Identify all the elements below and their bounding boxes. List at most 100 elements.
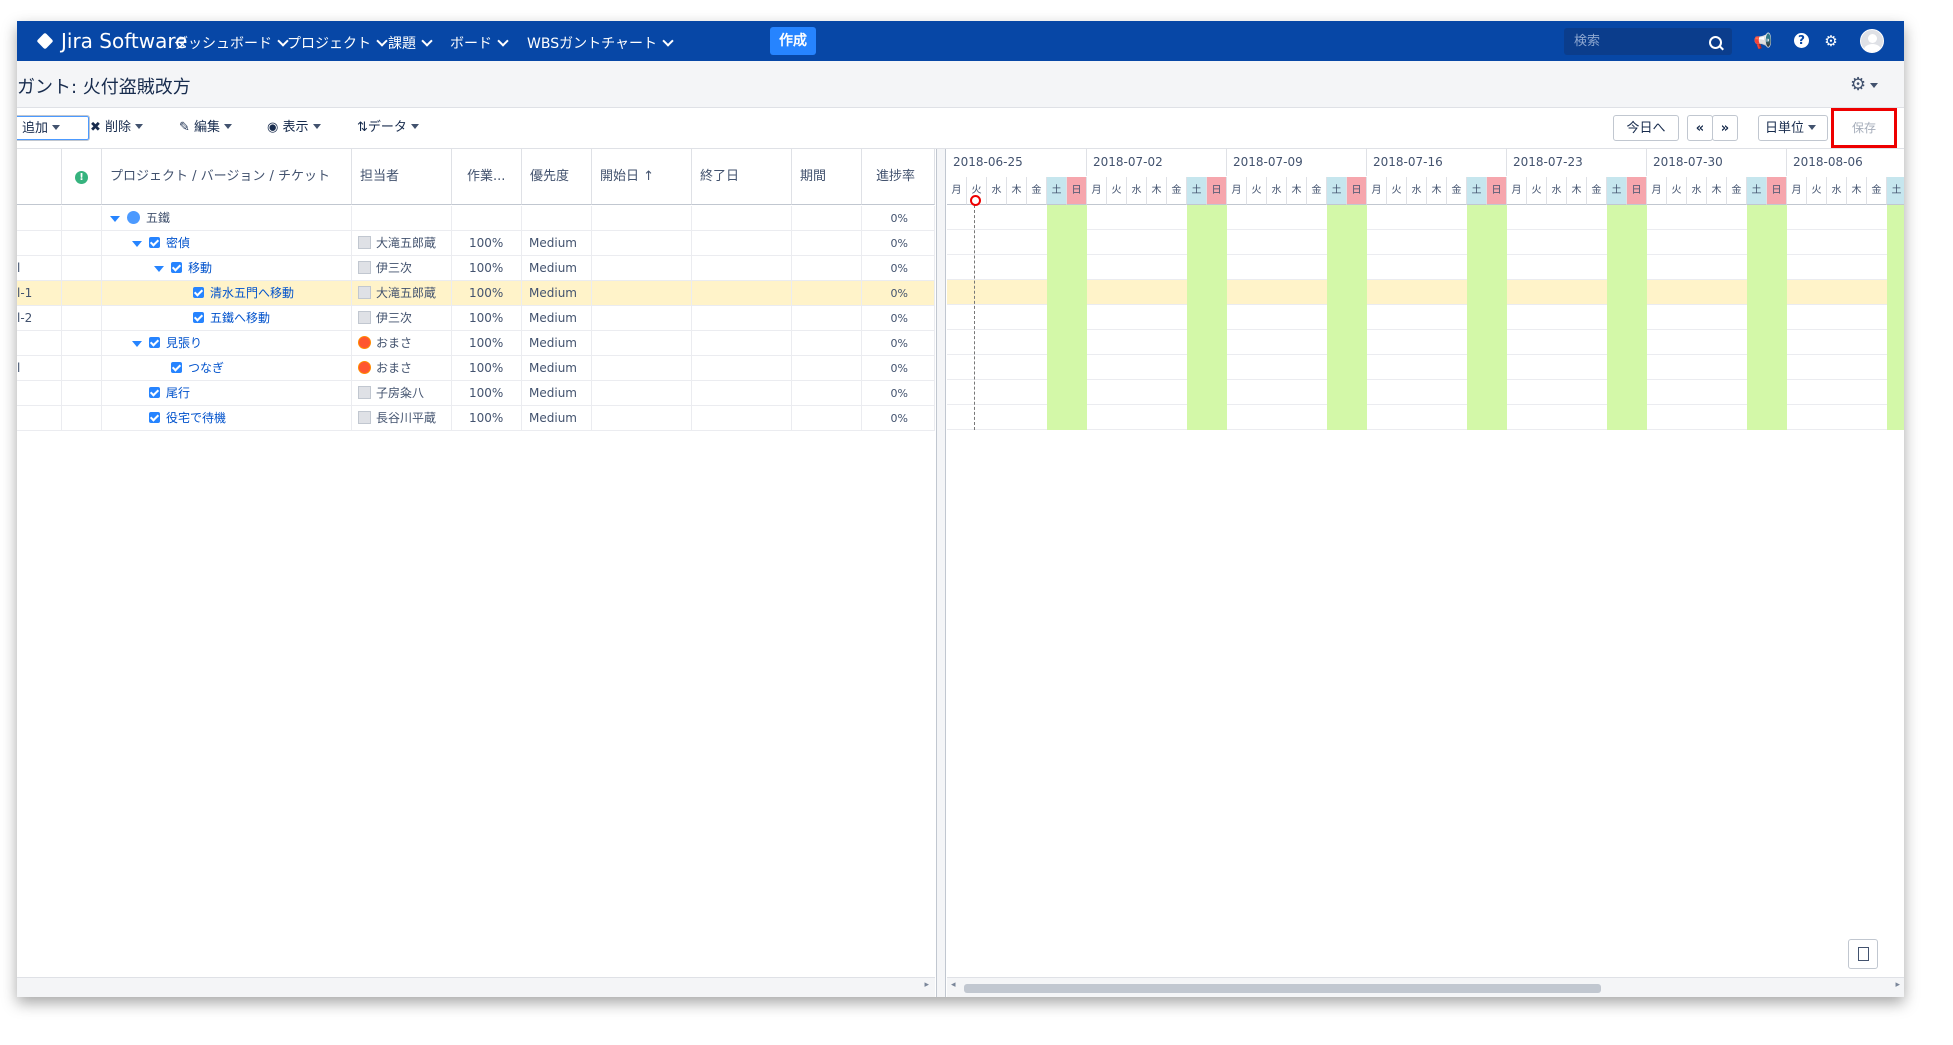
table-row[interactable]: 密偵 大滝五郎蔵 100% Medium 0%: [17, 231, 935, 256]
end-date-cell[interactable]: [692, 356, 792, 381]
assignee-cell[interactable]: 伊三次: [352, 256, 452, 281]
delete-button[interactable]: ✖ 削除: [90, 115, 144, 141]
work-cell[interactable]: [452, 206, 522, 231]
task-name-link[interactable]: 移動: [188, 261, 212, 275]
duration-cell[interactable]: [792, 356, 862, 381]
work-cell[interactable]: 100%: [452, 256, 522, 281]
start-date-cell[interactable]: [592, 406, 692, 431]
priority-cell[interactable]: [522, 206, 592, 231]
table-row[interactable]: l-2 五鐵へ移動 伊三次 100% Medium 0%: [17, 306, 935, 331]
nav-projects[interactable]: プロジェクト: [287, 33, 388, 53]
end-date-cell[interactable]: [692, 256, 792, 281]
today-button[interactable]: 今日へ: [1613, 115, 1679, 141]
start-date-cell[interactable]: [592, 381, 692, 406]
settings-gear-icon[interactable]: ⚙: [1821, 31, 1841, 51]
jira-logo[interactable]: Jira Software: [36, 29, 187, 53]
expand-toggle-icon[interactable]: [132, 241, 142, 247]
expand-toggle-icon[interactable]: [110, 216, 120, 222]
priority-cell[interactable]: Medium: [522, 356, 592, 381]
end-date-cell[interactable]: [692, 406, 792, 431]
edit-button[interactable]: ✎ 編集: [179, 115, 233, 141]
priority-cell[interactable]: Medium: [522, 331, 592, 356]
prev-period-button[interactable]: «: [1687, 115, 1713, 141]
priority-cell[interactable]: Medium: [522, 256, 592, 281]
column-header-duration[interactable]: 期間: [792, 149, 862, 205]
duration-cell[interactable]: [792, 406, 862, 431]
scroll-right-arrow-icon[interactable]: ▸: [1895, 980, 1900, 990]
column-header-work[interactable]: 作業...: [452, 149, 522, 205]
start-date-cell[interactable]: [592, 256, 692, 281]
assignee-cell[interactable]: [352, 206, 452, 231]
task-name-link[interactable]: 尾行: [166, 386, 190, 400]
start-date-cell[interactable]: [592, 306, 692, 331]
duration-cell[interactable]: [792, 231, 862, 256]
table-row[interactable]: l つなぎ おまさ 100% Medium 0%: [17, 356, 935, 381]
duration-cell[interactable]: [792, 381, 862, 406]
priority-cell[interactable]: Medium: [522, 406, 592, 431]
assignee-cell[interactable]: 子房粂八: [352, 381, 452, 406]
priority-cell[interactable]: Medium: [522, 281, 592, 306]
save-button[interactable]: 保存: [1839, 116, 1889, 140]
gantt-horizontal-scrollbar[interactable]: ◂ ▸: [947, 977, 1904, 997]
scrollbar-thumb[interactable]: [964, 984, 1601, 993]
nav-boards[interactable]: ボード: [450, 33, 509, 53]
assignee-cell[interactable]: 大滝五郎蔵: [352, 231, 452, 256]
expand-toggle-icon[interactable]: [132, 341, 142, 347]
work-cell[interactable]: 100%: [452, 306, 522, 331]
user-avatar[interactable]: [1860, 29, 1884, 53]
assignee-cell[interactable]: おまさ: [352, 331, 452, 356]
table-row[interactable]: 役宅で待機 長谷川平蔵 100% Medium 0%: [17, 406, 935, 431]
expand-toggle-icon[interactable]: [154, 266, 164, 272]
priority-cell[interactable]: Medium: [522, 231, 592, 256]
task-name-link[interactable]: 役宅で待機: [166, 411, 226, 425]
priority-cell[interactable]: Medium: [522, 306, 592, 331]
time-unit-select[interactable]: 日単位: [1758, 115, 1828, 141]
data-button[interactable]: ⇅データ: [357, 115, 419, 141]
start-date-cell[interactable]: [592, 231, 692, 256]
work-cell[interactable]: 100%: [452, 231, 522, 256]
table-row[interactable]: l 移動 伊三次 100% Medium 0%: [17, 256, 935, 281]
task-name-link[interactable]: 五鐵へ移動: [210, 311, 270, 325]
gantt-settings-gear-icon[interactable]: ⚙: [1850, 74, 1879, 95]
column-header-assignee[interactable]: 担当者: [352, 149, 452, 205]
next-period-button[interactable]: »: [1712, 115, 1738, 141]
export-document-icon[interactable]: [1848, 939, 1878, 969]
table-row[interactable]: 見張り おまさ 100% Medium 0%: [17, 331, 935, 356]
assignee-cell[interactable]: 大滝五郎蔵: [352, 281, 452, 306]
grid-horizontal-scrollbar[interactable]: ▸: [17, 977, 935, 997]
create-button[interactable]: 作成: [770, 27, 816, 55]
work-cell[interactable]: 100%: [452, 331, 522, 356]
pane-splitter[interactable]: [936, 149, 946, 997]
project-name[interactable]: 五鐵: [146, 211, 170, 225]
assignee-cell[interactable]: 伊三次: [352, 306, 452, 331]
work-cell[interactable]: 100%: [452, 381, 522, 406]
assignee-cell[interactable]: 長谷川平蔵: [352, 406, 452, 431]
work-cell[interactable]: 100%: [452, 281, 522, 306]
work-cell[interactable]: 100%: [452, 406, 522, 431]
start-date-cell[interactable]: [592, 356, 692, 381]
nav-issues[interactable]: 課題: [388, 33, 433, 53]
column-header-progress[interactable]: 進捗率: [862, 149, 935, 205]
work-cell[interactable]: 100%: [452, 356, 522, 381]
column-header-name[interactable]: プロジェクト / バージョン / チケット: [102, 149, 352, 205]
duration-cell[interactable]: [792, 281, 862, 306]
end-date-cell[interactable]: [692, 331, 792, 356]
column-header-end-date[interactable]: 終了日: [692, 149, 792, 205]
help-icon[interactable]: ?: [1794, 33, 1809, 48]
duration-cell[interactable]: [792, 256, 862, 281]
scroll-right-arrow-icon[interactable]: ▸: [924, 980, 929, 990]
end-date-cell[interactable]: [692, 306, 792, 331]
scroll-left-arrow-icon[interactable]: ◂: [951, 980, 956, 990]
megaphone-icon[interactable]: 📢: [1753, 31, 1773, 51]
task-name-link[interactable]: 清水五門へ移動: [210, 286, 294, 300]
end-date-cell[interactable]: [692, 281, 792, 306]
nav-dashboard[interactable]: ダッシュボード: [174, 33, 289, 53]
table-row[interactable]: 尾行 子房粂八 100% Medium 0%: [17, 381, 935, 406]
duration-cell[interactable]: [792, 306, 862, 331]
assignee-cell[interactable]: おまさ: [352, 356, 452, 381]
column-header-priority[interactable]: 優先度: [522, 149, 592, 205]
task-name-link[interactable]: 見張り: [166, 336, 202, 350]
task-name-link[interactable]: つなぎ: [188, 361, 224, 375]
duration-cell[interactable]: [792, 331, 862, 356]
end-date-cell[interactable]: [692, 381, 792, 406]
